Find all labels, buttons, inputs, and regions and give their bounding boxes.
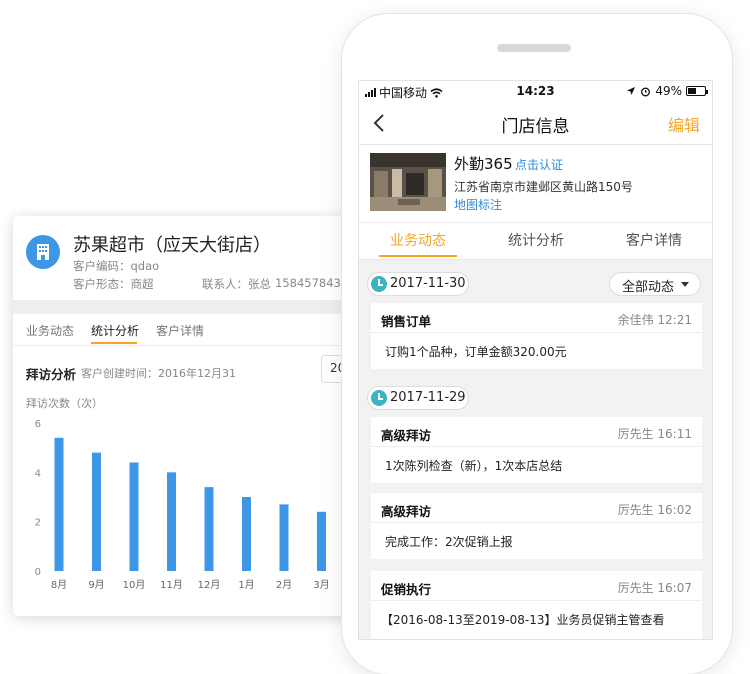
nav-bar: 门店信息 编辑: [359, 101, 712, 145]
event-header: 高级拜访 厉先生 16:02: [371, 493, 702, 523]
event-title: 销售订单: [381, 314, 432, 329]
clock-icon: [371, 390, 387, 406]
customer-card: 苏果超市（应天大街店） 客户编码：qdao 客户形态：商超 联系人：张总 158…: [13, 216, 373, 616]
store-name: 外勤365: [454, 155, 513, 173]
store-photo[interactable]: [370, 153, 446, 211]
y-tick-label: 0: [35, 567, 41, 578]
battery-percent: 49%: [655, 84, 682, 98]
filter-label: 全部动态: [622, 280, 675, 295]
x-tick-label: 2月: [276, 579, 292, 591]
x-tick-label: 12月: [198, 579, 221, 591]
visits-bar-chart: 0 2 4 6 8月 9月 10月 11月 12月 1月 2月 3月: [35, 419, 330, 591]
caret-down-icon: [681, 282, 689, 287]
tab-statistics[interactable]: 统计分析: [91, 322, 139, 339]
customer-contact-label: 联系人：: [202, 277, 248, 291]
event-title: 高级拜访: [381, 504, 432, 519]
date-pill: 2017-11-29: [367, 386, 469, 410]
store-address: 江苏省南京市建邺区黄山路150号: [454, 180, 633, 194]
date-label: 2017-11-29: [390, 390, 466, 405]
event-author-time: 余佳伟 12:21: [617, 313, 692, 327]
y-tick-label: 4: [35, 468, 41, 479]
event-header: 销售订单 余佳伟 12:21: [371, 303, 702, 333]
clock-icon: [371, 276, 387, 292]
event-header: 促销执行 厉先生 16:07: [371, 571, 702, 601]
x-tick-label: 1月: [238, 579, 254, 591]
event-header: 高级拜访 厉先生 16:11: [371, 417, 702, 447]
x-tick-label: 9月: [88, 579, 104, 591]
battery-icon: [686, 86, 708, 96]
status-bar: 中国移动 14:23 49%: [359, 81, 712, 101]
customer-created: 客户创建时间：2016年12月31: [81, 365, 236, 381]
event-body: 订购1个品种，订单金额320.00元: [385, 345, 567, 359]
date-pill: 2017-11-30: [367, 272, 469, 296]
x-tick-label: 10月: [123, 579, 146, 591]
customer-form: 客户形态：商超: [73, 276, 154, 292]
building-icon: [26, 235, 60, 269]
tab-customer-details[interactable]: 客户详情: [156, 322, 204, 339]
customer-tabs: 业务动态 统计分析 客户详情: [13, 314, 373, 346]
location-arrow-icon: [627, 87, 636, 95]
customer-code: 客户编码：qdao: [73, 258, 159, 274]
event-card[interactable]: 销售订单 余佳伟 12:21 订购1个品种，订单金额320.00元: [371, 303, 702, 369]
event-body: 1次陈列检查（新），1次本店总结: [385, 459, 563, 473]
phone-speaker: [497, 44, 571, 52]
customer-header: 苏果超市（应天大街店） 客户编码：qdao 客户形态：商超 联系人：张总 158…: [13, 216, 373, 300]
bar[interactable]: [167, 472, 176, 571]
event-card[interactable]: 高级拜访 厉先生 16:02 完成工作：2次促销上报: [371, 493, 702, 559]
bar[interactable]: [242, 497, 251, 571]
tab-business-activity[interactable]: 业务动态: [26, 322, 74, 339]
customer-contact-value: 张总: [248, 277, 271, 291]
verify-link[interactable]: 点击认证: [515, 156, 563, 173]
created-label: 客户创建时间：: [81, 367, 158, 380]
bar[interactable]: [92, 452, 101, 571]
event-body: 完成工作：2次促销上报: [385, 535, 513, 549]
bar[interactable]: [204, 487, 214, 571]
customer-code-value: qdao: [130, 259, 160, 273]
x-tick-label: 8月: [51, 579, 67, 591]
bar[interactable]: [54, 437, 64, 571]
phone-screen: 中国移动 14:23 49% 门店信息 编辑 外勤365 点击认证 江苏省南京市…: [358, 80, 713, 640]
tab-customer-details[interactable]: 客户详情: [595, 223, 712, 261]
event-author-time: 厉先生 16:07: [617, 581, 692, 595]
y-tick-label: 6: [35, 419, 41, 430]
edit-button[interactable]: 编辑: [668, 112, 700, 136]
customer-form-label: 客户形态：: [73, 277, 131, 291]
x-tick-label: 3月: [313, 579, 329, 591]
customer-code-label: 客户编码：: [73, 259, 131, 273]
y-tick-label: 2: [35, 518, 41, 529]
active-tab-indicator: [379, 255, 457, 257]
visit-analysis-title: 拜访分析: [26, 367, 77, 382]
phone-frame: 中国移动 14:23 49% 门店信息 编辑 外勤365 点击认证 江苏省南京市…: [342, 14, 732, 674]
event-body: 【2016-08-13至2019-08-13】业务员促销主管查看: [381, 613, 665, 627]
status-right: 49%: [626, 84, 708, 98]
tab-statistics[interactable]: 统计分析: [477, 223, 595, 261]
bar[interactable]: [317, 511, 326, 571]
event-title: 促销执行: [381, 582, 432, 597]
customer-form-value: 商超: [130, 277, 154, 291]
bar[interactable]: [279, 504, 289, 571]
created-value: 2016年12月31: [158, 367, 236, 380]
x-tick-label: 11月: [160, 579, 183, 591]
store-info: 外勤365 点击认证 江苏省南京市建邺区黄山路150号 地图标注: [359, 145, 712, 222]
alarm-icon: [641, 87, 651, 96]
section-divider: [13, 300, 373, 314]
customer-contact: 联系人：张总: [202, 276, 271, 292]
page-title: 门店信息: [501, 117, 570, 137]
active-tab-indicator: [91, 342, 137, 344]
event-title: 高级拜访: [381, 428, 432, 443]
event-author-time: 厉先生 16:02: [617, 503, 692, 517]
event-card[interactable]: 高级拜访 厉先生 16:11 1次陈列检查（新），1次本店总结: [371, 417, 702, 483]
bar[interactable]: [129, 462, 139, 571]
customer-title: 苏果超市（应天大街店）: [73, 235, 271, 256]
map-mark-link[interactable]: 地图标注: [454, 196, 502, 213]
event-author-time: 厉先生 16:11: [617, 427, 692, 441]
date-label: 2017-11-30: [390, 276, 466, 291]
activity-filter[interactable]: 全部动态: [609, 272, 701, 296]
chart-y-axis-label: 拜访次数（次）: [26, 397, 103, 410]
